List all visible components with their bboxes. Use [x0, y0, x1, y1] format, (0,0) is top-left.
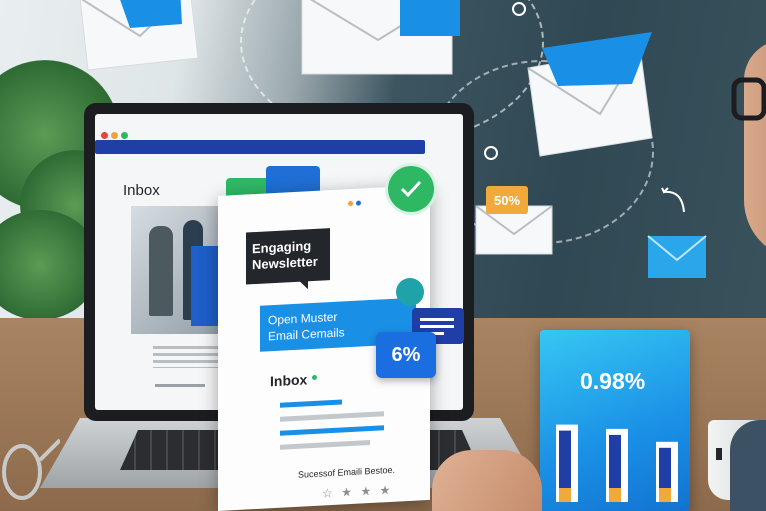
glasses-icon: [731, 77, 766, 121]
chart-bar-accent: [659, 488, 671, 502]
arrow-icon: [661, 187, 685, 213]
cup-logo: [716, 448, 722, 460]
star-icon: ★: [360, 483, 372, 499]
card-line-gray: [280, 411, 384, 422]
envelope-icon: [647, 235, 707, 278]
screen-toolbar: [95, 140, 425, 154]
chart-bar-accent: [559, 488, 571, 502]
window-dot-green: [121, 132, 128, 139]
inbox-accent-dot: [312, 374, 317, 381]
rating-stars: ☆ ★ ★ ★: [322, 481, 394, 503]
check-icon: [400, 180, 422, 198]
percent-badge: 6%: [376, 332, 436, 378]
teal-circle: [396, 278, 424, 306]
analytics-panel: 0.98%: [540, 330, 690, 511]
photo-person: [149, 226, 173, 316]
person-hand: [432, 450, 542, 511]
check-circle: [388, 166, 434, 212]
person-shoulder: [730, 420, 766, 511]
link-icon: [512, 2, 526, 16]
photo-scene: Inbox Engaging Newsletter Open Muster Em…: [0, 0, 766, 511]
star-icon: ★: [341, 484, 352, 500]
bar-chart: [556, 424, 678, 502]
card-dot: [348, 200, 353, 207]
card-line-blue: [280, 425, 384, 436]
window-dot-orange: [111, 132, 118, 139]
card-footer-text: Sucessof Emaili Bestoe.: [298, 464, 396, 480]
card-line-gray: [280, 440, 370, 450]
headline-bubble: Engaging Newsletter: [246, 228, 330, 285]
envelope-icon: [527, 32, 653, 157]
screen-text-line: [155, 384, 205, 387]
message-line: [420, 318, 454, 321]
screen-inbox-label: Inbox: [123, 182, 160, 199]
person-head: [744, 40, 766, 260]
envelope-icon: [301, 0, 460, 75]
star-icon: ★: [379, 482, 391, 498]
star-icon: ☆: [322, 485, 333, 501]
chart-bar-accent: [609, 488, 621, 502]
card-dot: [356, 200, 361, 206]
chat-bubble-icon: [298, 279, 308, 290]
envelope-icon: [79, 0, 199, 71]
window-dot-red: [101, 132, 108, 139]
card-headline: Engaging Newsletter: [252, 238, 318, 273]
message-line: [420, 325, 454, 328]
envelope-percent-badge: 50%: [486, 186, 528, 214]
card-inbox-label: Inbox: [270, 371, 308, 390]
card-line-blue: [280, 399, 342, 408]
link-icon: [484, 146, 498, 160]
